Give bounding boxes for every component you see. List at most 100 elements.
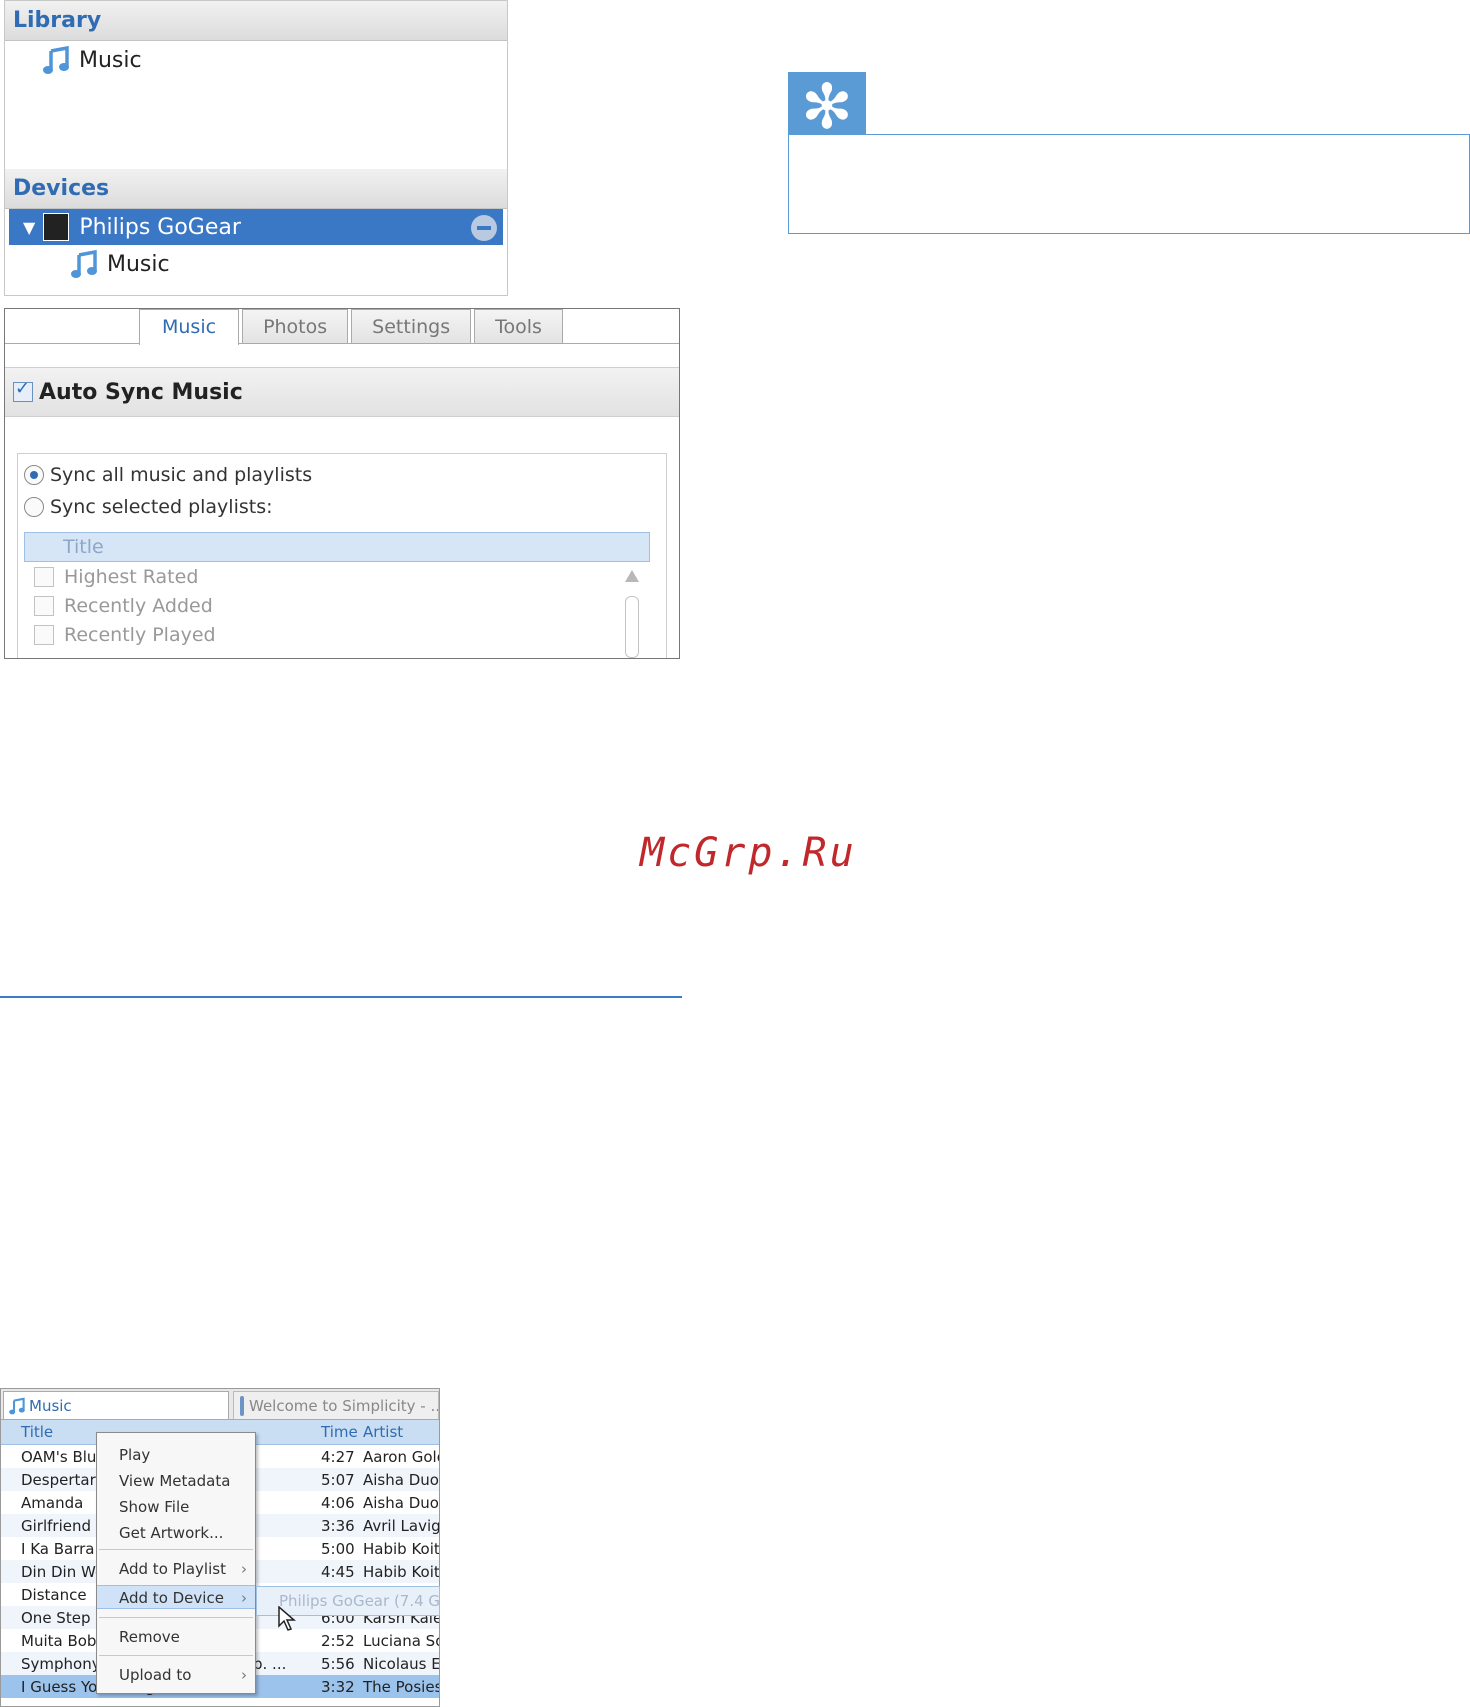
eject-icon[interactable]	[471, 215, 497, 241]
sync-tabs: Music Photos Settings Tools	[139, 309, 566, 345]
cell-album: p. ...	[253, 1655, 287, 1673]
column-artist[interactable]: Artist	[363, 1423, 403, 1441]
cell-time: 4:45	[321, 1563, 355, 1581]
device-item-music[interactable]: Music	[69, 249, 170, 279]
menu-item-label: Add to Device	[119, 1589, 224, 1607]
playlist-label: Recently Played	[64, 624, 216, 646]
tab-welcome[interactable]: Welcome to Simplicity - ...	[233, 1391, 439, 1419]
option-sync-selected[interactable]: Sync selected playlists:	[24, 496, 273, 518]
cell-time: 5:07	[321, 1471, 355, 1489]
cell-title: Muita Bobe	[21, 1632, 106, 1650]
tip-box	[788, 134, 1470, 234]
option-sync-selected-label: Sync selected playlists:	[50, 496, 273, 518]
cell-title: Symphony	[21, 1655, 101, 1673]
tab-welcome-label: Welcome to Simplicity - ...	[249, 1396, 439, 1415]
device-label: Philips GoGear	[79, 214, 241, 240]
cell-title: Despertar	[21, 1471, 96, 1489]
watermark: McGrp.Ru	[640, 830, 857, 876]
menu-separator	[99, 1617, 253, 1618]
cell-time: 2:52	[321, 1632, 355, 1650]
playlist-checkbox[interactable]	[34, 567, 54, 587]
cell-time: 5:56	[321, 1655, 355, 1673]
device-item-label: Music	[107, 251, 170, 277]
scroll-up-icon[interactable]	[625, 570, 639, 582]
cell-title: Amanda	[21, 1494, 84, 1512]
chevron-right-icon: ›	[241, 1560, 247, 1578]
option-sync-all-label: Sync all music and playlists	[50, 464, 313, 486]
tab-settings[interactable]: Settings	[351, 309, 472, 343]
cell-artist: The Posies	[363, 1678, 440, 1696]
music-note-icon	[43, 45, 69, 74]
playlist-scrollbar[interactable]	[620, 564, 644, 658]
radio-sync-all[interactable]	[24, 465, 44, 485]
menu-item-add-to-playlist[interactable]: Add to Playlist ›	[97, 1557, 255, 1581]
menu-item-upload-to[interactable]: Upload to ›	[97, 1663, 255, 1687]
menu-item-show-file[interactable]: Show File	[97, 1495, 255, 1519]
menu-item-add-to-device[interactable]: Add to Device ›	[97, 1585, 255, 1609]
cell-time: 4:06	[321, 1494, 355, 1512]
chevron-right-icon: ›	[241, 1589, 247, 1607]
menu-item-label: Add to Playlist	[119, 1560, 226, 1578]
option-sync-all[interactable]: Sync all music and playlists	[24, 464, 312, 486]
playlist-row[interactable]: Recently Played	[34, 624, 216, 646]
playlist-checkbox[interactable]	[34, 625, 54, 645]
cell-title: Girlfriend	[21, 1517, 91, 1535]
column-title[interactable]: Title	[21, 1423, 53, 1441]
cell-title: I Ka Barra (	[21, 1540, 106, 1558]
library-item-label: Music	[79, 47, 142, 73]
music-note-icon	[9, 1397, 25, 1414]
menu-item-label: Upload to	[119, 1666, 192, 1684]
menu-separator	[99, 1655, 253, 1656]
auto-sync-bar: Auto Sync Music	[5, 367, 679, 417]
section-divider	[0, 996, 682, 998]
column-time[interactable]: Time	[321, 1423, 358, 1441]
cell-artist: Habib Koite	[363, 1563, 440, 1581]
tab-music-label: Music	[29, 1396, 72, 1415]
mouse-cursor-icon	[278, 1606, 297, 1631]
auto-sync-label: Auto Sync Music	[39, 379, 243, 405]
radio-sync-selected[interactable]	[24, 497, 44, 517]
devices-header: Devices	[5, 169, 507, 209]
playlist-checkbox[interactable]	[34, 596, 54, 616]
tab-tools[interactable]: Tools	[474, 309, 563, 343]
cell-time: 3:32	[321, 1678, 355, 1696]
cell-time: 5:00	[321, 1540, 355, 1558]
scroll-thumb[interactable]	[625, 596, 639, 658]
music-list-tabs: Music Welcome to Simplicity - ...	[1, 1389, 439, 1420]
menu-item-play[interactable]: Play	[97, 1443, 255, 1467]
playlist-row[interactable]: Recently Added	[34, 595, 213, 617]
cell-time: 3:36	[321, 1517, 355, 1535]
library-item-music[interactable]: Music	[41, 45, 142, 75]
playlist-label: Highest Rated	[64, 566, 199, 588]
tab-music-list[interactable]: Music	[3, 1391, 229, 1419]
music-note-icon	[71, 249, 97, 278]
library-devices-panel: Library Music Devices ▼ Philips GoGear M…	[4, 0, 508, 296]
auto-sync-checkbox[interactable]	[13, 378, 33, 402]
tab-music[interactable]: Music	[139, 309, 240, 345]
cell-title: One Step B	[21, 1609, 106, 1627]
asterisk-icon: ✻	[788, 72, 866, 142]
menu-item-get-artwork[interactable]: Get Artwork...	[97, 1521, 255, 1545]
context-menu: Play View Metadata Show File Get Artwork…	[96, 1432, 256, 1694]
menu-item-view-metadata[interactable]: View Metadata	[97, 1469, 255, 1493]
cell-artist: Avril Lavign	[363, 1517, 440, 1535]
menu-item-remove[interactable]: Remove	[97, 1625, 255, 1649]
device-philips-gogear[interactable]: ▼ Philips GoGear	[9, 209, 503, 245]
cell-title: Distance	[21, 1586, 87, 1604]
cell-time: 4:27	[321, 1448, 355, 1466]
library-header: Library	[5, 1, 507, 41]
cell-artist: Aisha Duo	[363, 1471, 439, 1489]
cell-artist: Nicolaus Es	[363, 1655, 440, 1673]
menu-separator	[99, 1549, 253, 1550]
cell-artist: Aaron Gold	[363, 1448, 440, 1466]
tab-photos[interactable]: Photos	[242, 309, 349, 343]
playlist-column-header[interactable]: Title	[24, 532, 650, 562]
cell-artist: Aisha Duo	[363, 1494, 439, 1512]
cell-artist: Habib Koite	[363, 1540, 440, 1558]
playlist-row[interactable]: Highest Rated	[34, 566, 198, 588]
cell-title: Din Din Wo	[21, 1563, 105, 1581]
playlist-label: Recently Added	[64, 595, 213, 617]
device-icon	[43, 213, 70, 241]
triangle-down-icon[interactable]: ▼	[23, 218, 35, 237]
chevron-right-icon: ›	[241, 1666, 247, 1684]
